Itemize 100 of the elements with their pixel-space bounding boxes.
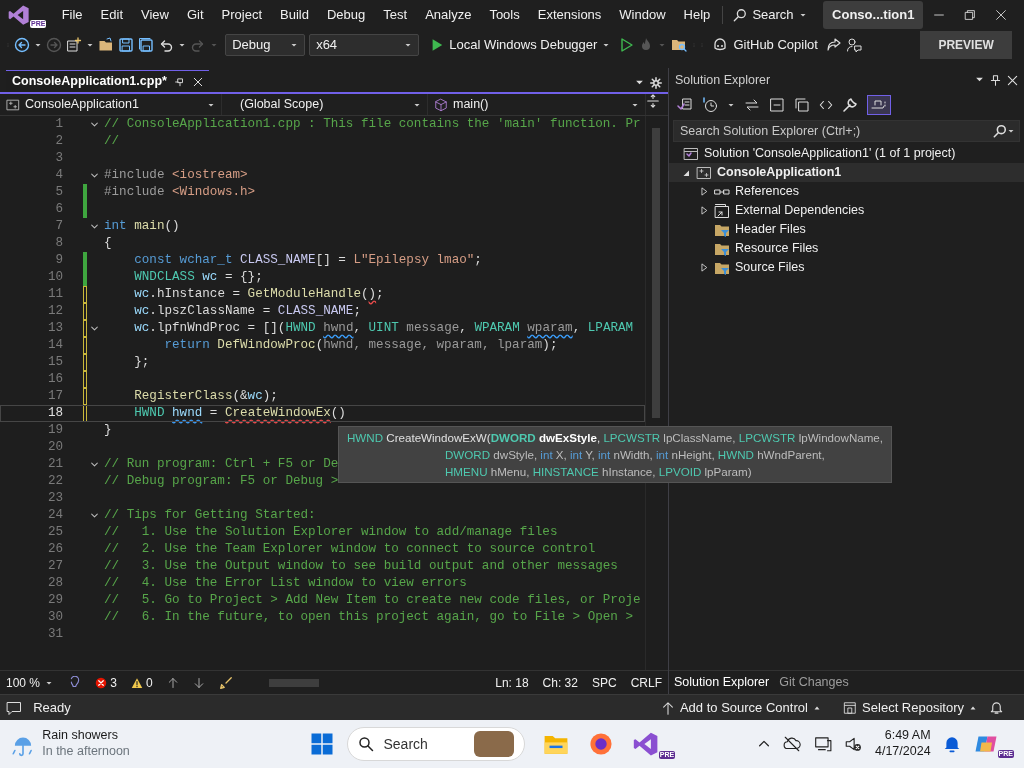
warning-count[interactable]: 0 bbox=[145, 673, 153, 692]
caret-icon[interactable] bbox=[602, 41, 611, 49]
new-item-icon[interactable] bbox=[66, 37, 82, 53]
error-icon[interactable] bbox=[95, 676, 108, 689]
repository-button[interactable]: Select Repository bbox=[839, 695, 981, 720]
caret-icon[interactable] bbox=[727, 101, 735, 109]
pin-icon[interactable] bbox=[174, 76, 185, 87]
expand-icon[interactable] bbox=[699, 206, 709, 215]
close-icon[interactable] bbox=[993, 8, 1008, 22]
monitor-icon[interactable] bbox=[814, 735, 832, 753]
caret-icon[interactable] bbox=[290, 41, 299, 49]
configuration-dropdown[interactable]: Debug bbox=[225, 34, 306, 56]
close-icon[interactable] bbox=[1007, 74, 1018, 86]
collapse-icon[interactable] bbox=[90, 222, 99, 231]
menu-item[interactable]: File bbox=[52, 2, 92, 28]
save-icon[interactable] bbox=[118, 37, 134, 53]
taskbar-search-field[interactable]: Search bbox=[381, 732, 462, 756]
caret-icon[interactable] bbox=[86, 41, 94, 49]
cursor-line[interactable]: Ln: 18 bbox=[495, 673, 529, 692]
search-button[interactable]: Search bbox=[729, 3, 811, 27]
pending-changes-icon[interactable] bbox=[702, 97, 718, 113]
collapse-icon[interactable] bbox=[90, 460, 99, 469]
menu-item[interactable]: Project bbox=[212, 2, 272, 28]
menu-item[interactable]: Window bbox=[610, 2, 675, 28]
browser-icon[interactable] bbox=[588, 731, 614, 757]
platform-dropdown[interactable]: x64 bbox=[309, 34, 420, 56]
menu-item[interactable]: Debug bbox=[318, 2, 375, 28]
cursor-column[interactable]: Ch: 32 bbox=[542, 673, 578, 692]
speaker-muted-icon[interactable] bbox=[844, 735, 863, 753]
clock-time[interactable]: 6:49 AM bbox=[875, 728, 931, 744]
folder-search-icon[interactable] bbox=[670, 37, 689, 53]
caret-icon[interactable] bbox=[1007, 127, 1015, 135]
switch-views-icon[interactable] bbox=[677, 97, 693, 113]
tree-item[interactable]: Source Files bbox=[735, 258, 805, 277]
start-icon[interactable] bbox=[310, 732, 334, 756]
expand-icon[interactable] bbox=[699, 263, 709, 272]
menu-item[interactable]: View bbox=[132, 2, 178, 28]
feedback-icon[interactable] bbox=[845, 37, 862, 53]
settings-icon[interactable] bbox=[649, 76, 662, 89]
restore-icon[interactable] bbox=[962, 8, 977, 22]
pin-icon[interactable] bbox=[989, 74, 1001, 86]
open-folder-icon[interactable] bbox=[98, 37, 114, 53]
caret-icon[interactable] bbox=[798, 11, 807, 19]
start-without-debugging-icon[interactable] bbox=[618, 37, 635, 53]
collapse-icon[interactable] bbox=[90, 511, 99, 520]
menu-item[interactable]: Extensions bbox=[528, 2, 611, 28]
menu-item[interactable]: Analyze bbox=[416, 2, 481, 28]
preview-toggle[interactable] bbox=[867, 95, 891, 115]
menu-item[interactable]: Build bbox=[271, 2, 318, 28]
back-icon[interactable] bbox=[14, 37, 30, 53]
error-count[interactable]: 3 bbox=[110, 673, 117, 692]
collapse-all-icon[interactable] bbox=[769, 97, 785, 113]
copilot-button[interactable]: GitHub Copilot bbox=[708, 33, 822, 57]
collapse-icon[interactable] bbox=[682, 168, 690, 177]
code-icon[interactable] bbox=[819, 98, 833, 112]
source-control-button[interactable]: Add to Source Control bbox=[656, 695, 825, 720]
split-icon[interactable] bbox=[646, 94, 660, 108]
line-ending-indicator[interactable]: CRLF bbox=[630, 673, 662, 692]
menu-item[interactable]: Test bbox=[374, 2, 417, 28]
warning-icon[interactable] bbox=[130, 676, 143, 689]
cloud-off-icon[interactable] bbox=[783, 735, 802, 753]
undo-icon[interactable] bbox=[158, 37, 174, 53]
taskbar-search-box[interactable]: Search bbox=[346, 727, 525, 761]
collapse-icon[interactable] bbox=[90, 171, 99, 180]
wrench-icon[interactable] bbox=[842, 97, 858, 113]
collapse-icon[interactable] bbox=[90, 324, 99, 333]
panel-tab[interactable]: Git Changes bbox=[774, 671, 854, 694]
tree-item[interactable]: ConsoleApplication1 bbox=[717, 163, 842, 182]
menu-item[interactable]: Git bbox=[177, 2, 213, 28]
up-arrow-icon[interactable] bbox=[166, 676, 179, 689]
bell-icon[interactable] bbox=[989, 700, 1004, 715]
close-icon[interactable] bbox=[192, 76, 203, 87]
whitespace-indicator[interactable]: SPC bbox=[591, 673, 617, 692]
copy-icon[interactable] bbox=[794, 97, 810, 113]
tree-item[interactable]: References bbox=[735, 182, 799, 201]
menu-item[interactable]: Tools bbox=[480, 2, 529, 28]
clock-date[interactable]: 4/17/2024 bbox=[875, 744, 931, 760]
notification-icon[interactable] bbox=[6, 699, 22, 716]
collapse-icon[interactable] bbox=[90, 120, 99, 129]
sync-icon[interactable] bbox=[744, 97, 760, 113]
share-icon[interactable] bbox=[825, 37, 842, 53]
preview-button[interactable]: PREVIEW bbox=[920, 31, 1012, 59]
save-all-icon[interactable] bbox=[138, 37, 154, 53]
zoom-dropdown[interactable]: 100 % bbox=[6, 670, 54, 695]
down-arrow-icon[interactable] bbox=[192, 676, 205, 689]
caret-icon[interactable] bbox=[404, 41, 413, 49]
caret-icon[interactable] bbox=[178, 41, 186, 49]
weather-widget[interactable]: Rain showers In the afternoon bbox=[10, 728, 310, 760]
member-dropdown[interactable]: main() bbox=[428, 94, 646, 115]
caret-icon[interactable] bbox=[34, 41, 42, 49]
menu-item[interactable]: Edit bbox=[91, 2, 132, 28]
project-dropdown[interactable]: ConsoleApplication1 bbox=[0, 94, 222, 115]
expand-icon[interactable] bbox=[699, 187, 709, 196]
visual-studio-icon[interactable] bbox=[632, 731, 659, 757]
brush-icon[interactable] bbox=[218, 675, 233, 690]
tree-item[interactable]: Resource Files bbox=[735, 239, 819, 258]
tree-item[interactable]: Solution 'ConsoleApplication1' (1 of 1 project) bbox=[704, 144, 956, 163]
start-debugging-button[interactable]: Local Windows Debugger bbox=[426, 33, 615, 57]
tree-item[interactable]: External Dependencies bbox=[735, 201, 865, 220]
notification-bell-icon[interactable] bbox=[943, 735, 962, 753]
